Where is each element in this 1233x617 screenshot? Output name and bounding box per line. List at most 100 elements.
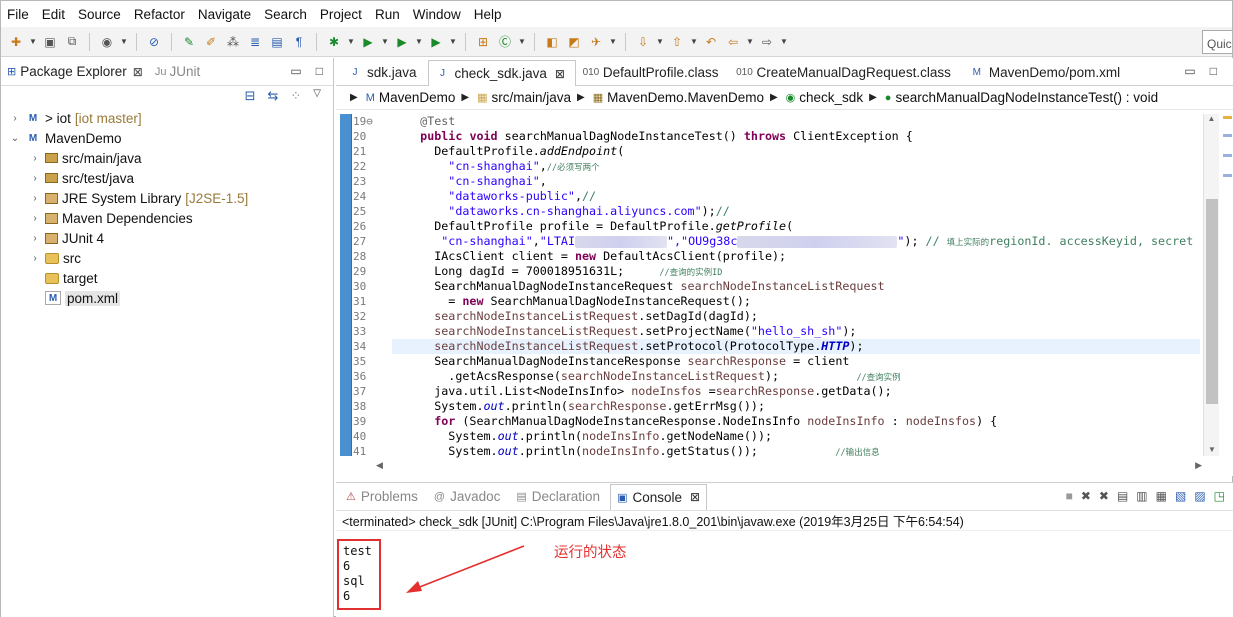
external-tools-icon[interactable]: ▶ (427, 33, 445, 51)
tree-item-junit4[interactable]: › JUnit 4 (1, 228, 334, 248)
scroll-lock-icon[interactable]: ▥ (1136, 489, 1147, 503)
expand-icon[interactable]: › (9, 113, 21, 124)
close-icon[interactable]: ⊠ (690, 490, 700, 504)
occurrence-marker[interactable] (1223, 134, 1232, 137)
coverage-icon[interactable]: ▶ (393, 33, 411, 51)
remove-all-icon[interactable]: ✖ (1099, 489, 1109, 503)
forward-icon[interactable]: ⇨ (758, 33, 776, 51)
remove-launch-icon[interactable]: ✖ (1081, 489, 1091, 503)
focus-icon[interactable]: ⁘ (290, 88, 301, 104)
previous-annotation-icon[interactable]: ⇧ (668, 33, 686, 51)
tree-item-pom-xml[interactable]: M pom.xml (1, 288, 334, 308)
quick-access-input[interactable] (1202, 30, 1232, 54)
tab-package-explorer[interactable]: ⊞ Package Explorer ⊠ (1, 58, 149, 86)
tab-problems[interactable]: ⚠ Problems (340, 484, 424, 510)
breadcrumb-item[interactable]: MavenDemo.MavenDemo (607, 90, 764, 105)
expand-icon[interactable]: › (29, 153, 41, 164)
open-type-icon[interactable]: ◧ (543, 33, 561, 51)
menu-source[interactable]: Source (78, 7, 121, 22)
expand-icon[interactable]: › (29, 193, 41, 204)
show-on-error-icon[interactable]: ▨ (1194, 489, 1205, 503)
tree-item-src-test-java[interactable]: › src/test/java (1, 168, 334, 188)
minimize-icon[interactable]: ▭ (1184, 64, 1195, 78)
expand-icon[interactable]: › (29, 233, 41, 244)
tab-junit[interactable]: Ju JUnit (149, 58, 206, 86)
close-icon[interactable]: ⊠ (133, 65, 143, 79)
back-icon[interactable]: ⇦ (724, 33, 742, 51)
tab-sdk-java[interactable]: J sdk.java (340, 59, 428, 85)
tab-pom-xml[interactable]: M MavenDemo/pom.xml (962, 59, 1131, 85)
tree-item-iot[interactable]: › M > iot [iot master] (1, 108, 334, 128)
toggle-highlight-icon[interactable]: ✐ (202, 33, 220, 51)
menu-navigate[interactable]: Navigate (198, 7, 251, 22)
tab-check-sdk-java[interactable]: J check_sdk.java ⊠ (427, 60, 576, 86)
collapse-all-icon[interactable]: ⊟ (245, 88, 256, 104)
close-icon[interactable]: ⊠ (555, 67, 565, 81)
tab-createmanualdagrequest-class[interactable]: 010 CreateManualDagRequest.class (729, 59, 961, 85)
new-class-icon[interactable]: Ⓒ (496, 33, 514, 51)
scroll-left-icon[interactable]: ◀ (376, 460, 383, 471)
save-icon[interactable]: ▣ (41, 33, 59, 51)
tree-item-target[interactable]: target (1, 268, 334, 288)
menu-edit[interactable]: Edit (42, 7, 65, 22)
breadcrumb-item[interactable]: src/main/java (492, 90, 572, 105)
show-whitespace-icon[interactable]: ≣ (246, 33, 264, 51)
tree-item-mavendemo[interactable]: ⌄ M MavenDemo (1, 128, 334, 148)
debug-perspective-icon[interactable]: ◉ (98, 33, 116, 51)
expand-icon[interactable]: › (29, 213, 41, 224)
vertical-scrollbar[interactable]: ▲ ▼ (1203, 114, 1219, 456)
dropdown-icon[interactable]: ▼ (381, 37, 389, 46)
breadcrumb-arrow-icon[interactable]: ▶ (350, 92, 358, 103)
dropdown-icon[interactable]: ▼ (449, 37, 457, 46)
search-icon[interactable]: ✈ (587, 33, 605, 51)
breadcrumb-arrow-icon[interactable]: ▶ (770, 92, 778, 103)
tab-javadoc[interactable]: @ Javadoc (428, 484, 506, 510)
breadcrumb-arrow-icon[interactable]: ▶ (461, 92, 469, 103)
tab-defaultprofile-class[interactable]: 010 DefaultProfile.class (576, 59, 730, 85)
maximize-icon[interactable]: □ (316, 64, 323, 78)
breadcrumb-arrow-icon[interactable]: ▶ (869, 92, 877, 103)
dropdown-icon[interactable]: ▼ (690, 37, 698, 46)
tab-console[interactable]: ▣ Console ⊠ (610, 483, 708, 510)
occurrence-marker[interactable] (1223, 154, 1232, 157)
dropdown-icon[interactable]: ▼ (656, 37, 664, 46)
tree-item-src-main-java[interactable]: › src/main/java (1, 148, 334, 168)
open-console-icon[interactable]: ◳ (1214, 489, 1225, 503)
code-area[interactable]: 19⊖ 20 21 22 23 24 25 26 27 28 29 30 31 … (336, 114, 1233, 476)
toggle-breadcrumb-icon[interactable]: ⁂ (224, 33, 242, 51)
breadcrumb-item[interactable]: searchManualDagNodeInstanceTest() : void (895, 90, 1158, 105)
menu-refactor[interactable]: Refactor (134, 7, 185, 22)
menu-file[interactable]: File (7, 7, 29, 22)
breadcrumb-arrow-icon[interactable]: ▶ (577, 92, 585, 103)
tree-item-jre-library[interactable]: › JRE System Library [J2SE-1.5] (1, 188, 334, 208)
collapse-icon[interactable]: ⌄ (9, 133, 21, 144)
paragraph-icon[interactable]: ¶ (290, 33, 308, 51)
source-code[interactable]: @Test public void searchManualDagNodeIns… (392, 114, 1200, 459)
toggle-mark-occurrences-icon[interactable]: ✎ (180, 33, 198, 51)
tree-item-maven-dependencies[interactable]: › Maven Dependencies (1, 208, 334, 228)
new-java-project-icon[interactable]: ⊞ (474, 33, 492, 51)
block-selection-icon[interactable]: ▤ (268, 33, 286, 51)
occurrence-marker[interactable] (1223, 174, 1232, 177)
view-menu-icon[interactable]: ▽ (313, 88, 321, 104)
scroll-up-icon[interactable]: ▲ (1204, 114, 1219, 123)
menu-run[interactable]: Run (375, 7, 400, 22)
tree-item-src[interactable]: › src (1, 248, 334, 268)
dropdown-icon[interactable]: ▼ (415, 37, 423, 46)
save-all-icon[interactable]: ⧉ (63, 33, 81, 51)
show-on-output-icon[interactable]: ▧ (1175, 489, 1186, 503)
dropdown-icon[interactable]: ▼ (780, 37, 788, 46)
scroll-right-icon[interactable]: ▶ (1195, 460, 1202, 471)
open-folder-icon[interactable]: ◩ (565, 33, 583, 51)
debug-icon[interactable]: ✱ (325, 33, 343, 51)
overview-ruler[interactable] (1221, 114, 1233, 456)
menu-project[interactable]: Project (320, 7, 362, 22)
scrollbar-thumb[interactable] (1206, 199, 1218, 404)
menu-window[interactable]: Window (413, 7, 461, 22)
breadcrumb-item[interactable]: MavenDemo (379, 90, 456, 105)
dropdown-icon[interactable]: ▼ (120, 37, 128, 46)
word-wrap-icon[interactable]: ▦ (1156, 489, 1167, 503)
maximize-icon[interactable]: □ (1210, 64, 1217, 78)
horizontal-scrollbar[interactable]: ◀ ▶ (376, 458, 1202, 472)
dropdown-icon[interactable]: ▼ (347, 37, 355, 46)
